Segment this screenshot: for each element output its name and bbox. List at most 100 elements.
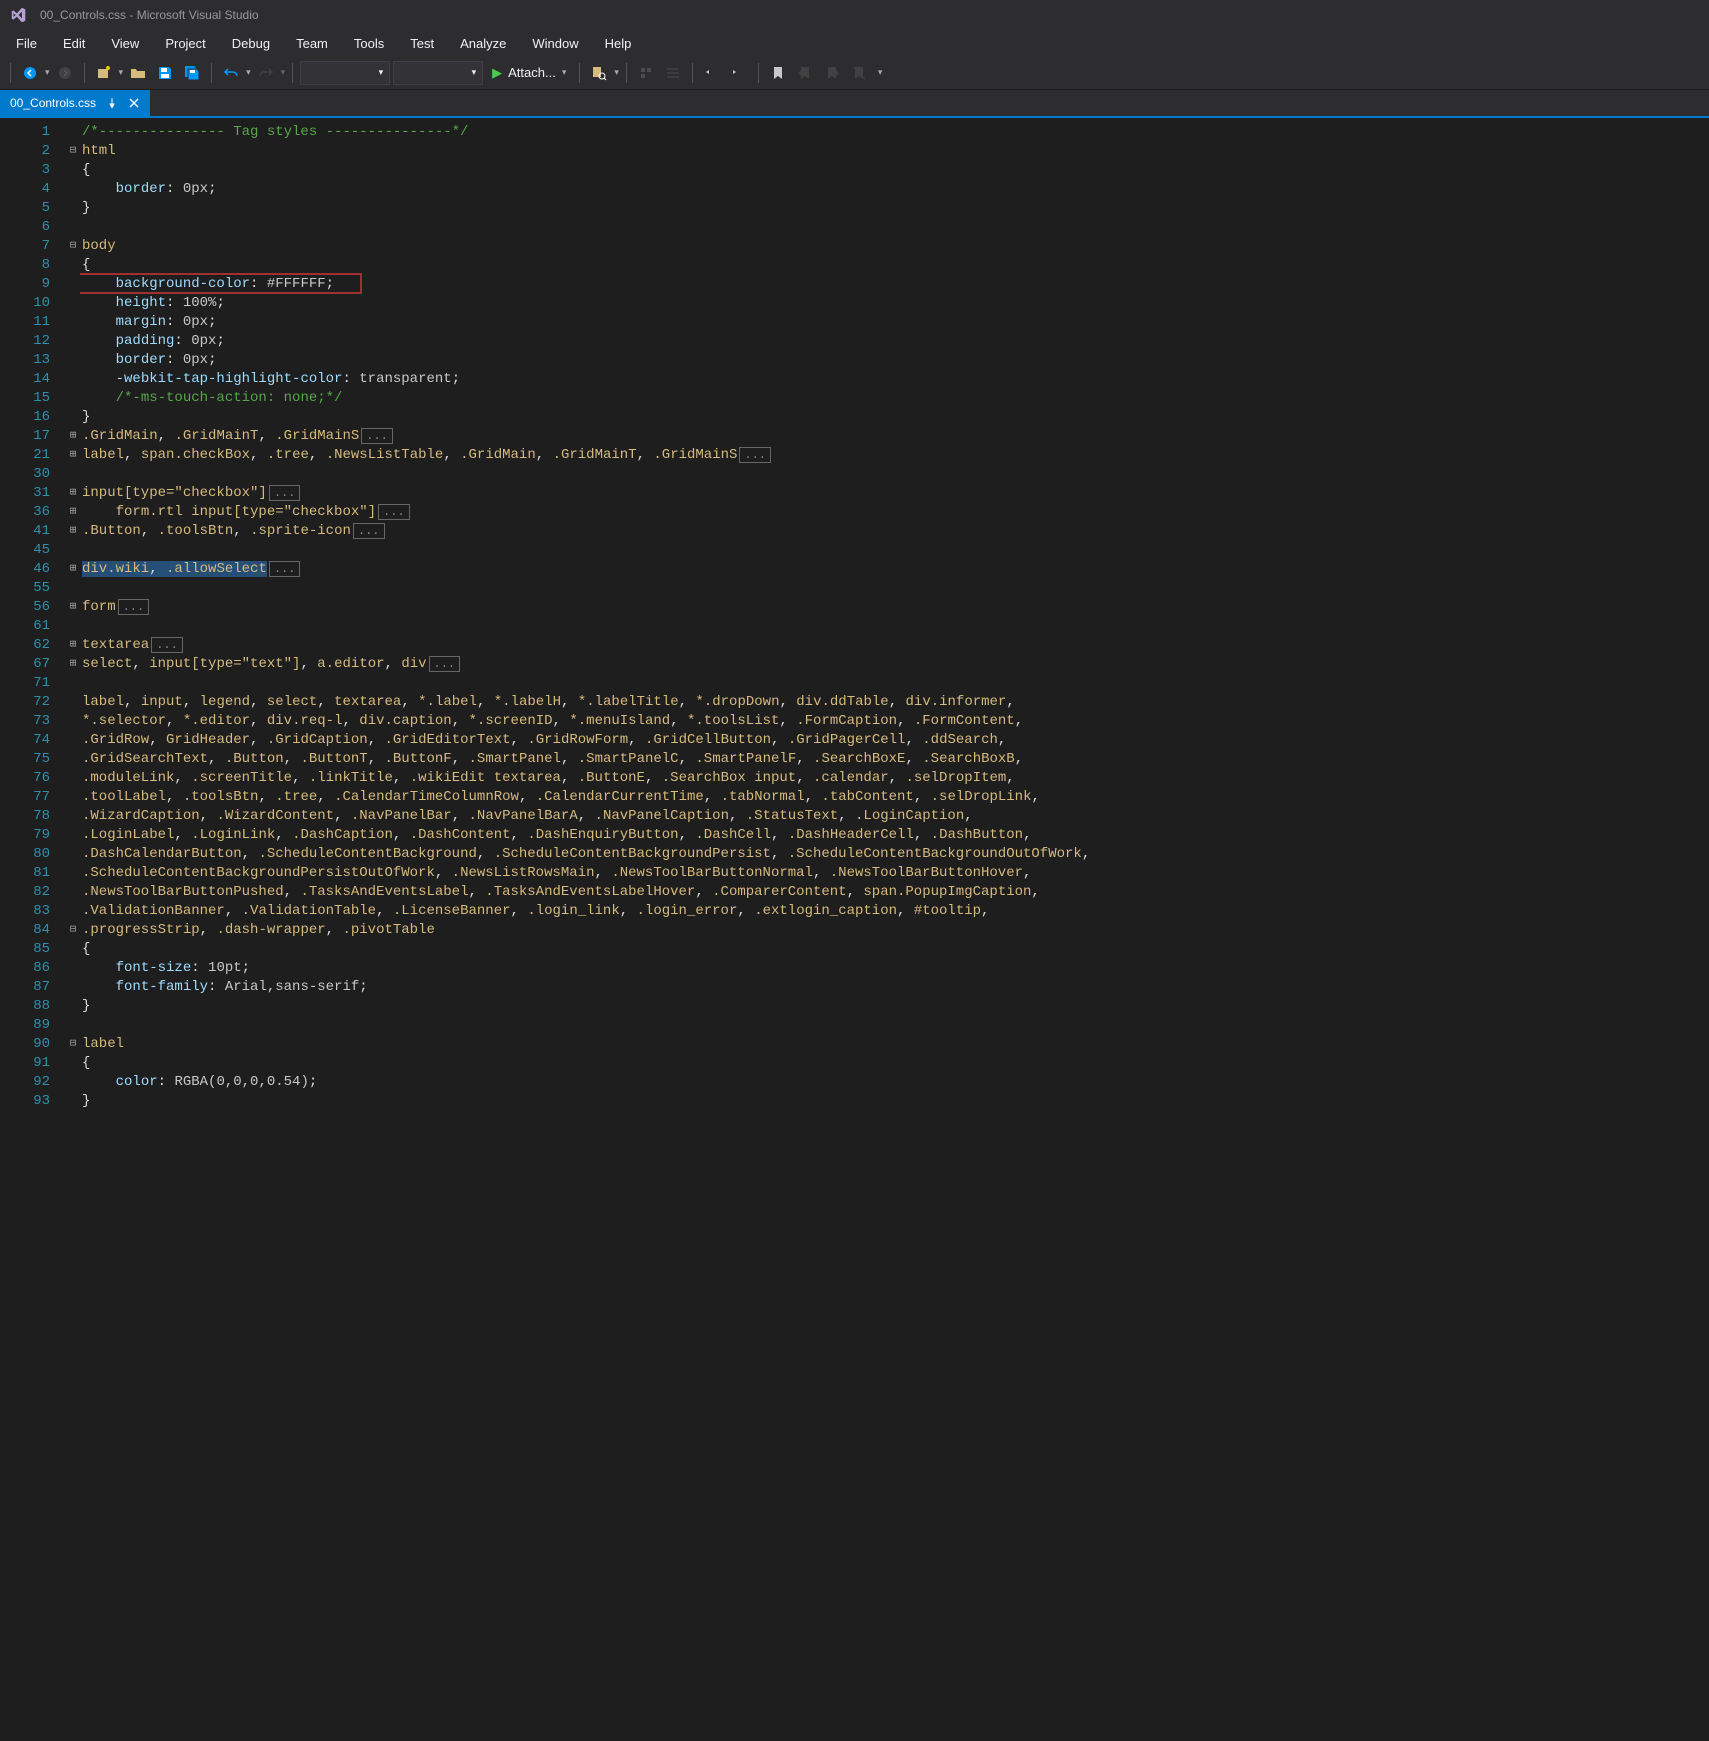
code-line[interactable]: font-size: 10pt; (82, 959, 1709, 978)
code-line[interactable]: div.wiki, .allowSelect... (82, 560, 1709, 579)
fold-expanded-icon[interactable]: ⊟ (66, 237, 80, 256)
fold-collapsed-icon[interactable]: ⊞ (66, 427, 80, 446)
menu-analyze[interactable]: Analyze (448, 33, 518, 54)
undo-button[interactable] (219, 61, 243, 85)
code-line[interactable]: .WizardCaption, .WizardContent, .NavPane… (82, 807, 1709, 826)
solution-config-dropdown[interactable]: ▾ (300, 61, 390, 85)
code-line[interactable]: } (82, 1092, 1709, 1111)
code-line[interactable]: -webkit-tap-highlight-color: transparent… (82, 370, 1709, 389)
code-line[interactable]: input[type="checkbox"]... (82, 484, 1709, 503)
menu-test[interactable]: Test (398, 33, 446, 54)
fold-collapsed-icon[interactable]: ⊞ (66, 484, 80, 503)
code-line[interactable]: } (82, 997, 1709, 1016)
code-line[interactable] (82, 1016, 1709, 1035)
menu-window[interactable]: Window (520, 33, 590, 54)
fold-collapsed-icon[interactable]: ⊞ (66, 446, 80, 465)
code-line[interactable] (82, 465, 1709, 484)
fold-expanded-icon[interactable]: ⊟ (66, 1035, 80, 1054)
code-line[interactable]: label (82, 1035, 1709, 1054)
increase-indent-button[interactable] (727, 61, 751, 85)
fold-collapsed-icon[interactable]: ⊞ (66, 560, 80, 579)
code-line[interactable]: .ScheduleContentBackgroundPersistOutOfWo… (82, 864, 1709, 883)
code-line[interactable]: html (82, 142, 1709, 161)
code-line[interactable]: color: RGBA(0,0,0,0.54); (82, 1073, 1709, 1092)
code-line[interactable]: textarea... (82, 636, 1709, 655)
code-line[interactable] (82, 218, 1709, 237)
fold-collapsed-icon[interactable]: ⊞ (66, 522, 80, 541)
pin-icon[interactable] (106, 97, 118, 109)
code-line[interactable]: { (82, 161, 1709, 180)
chevron-down-icon[interactable]: ▾ (246, 67, 251, 78)
code-line[interactable]: select, input[type="text"], a.editor, di… (82, 655, 1709, 674)
menu-view[interactable]: View (99, 33, 151, 54)
bookmark-button[interactable] (766, 61, 790, 85)
code-line[interactable]: border: 0px; (82, 351, 1709, 370)
save-button[interactable] (153, 61, 177, 85)
menu-tools[interactable]: Tools (342, 33, 396, 54)
code-line[interactable]: height: 100%; (82, 294, 1709, 313)
code-line[interactable]: .toolLabel, .toolsBtn, .tree, .CalendarT… (82, 788, 1709, 807)
code-content[interactable]: /*--------------- Tag styles -----------… (80, 118, 1709, 1111)
code-line[interactable]: padding: 0px; (82, 332, 1709, 351)
chevron-down-icon[interactable]: ▾ (614, 67, 619, 78)
code-line[interactable]: .ValidationBanner, .ValidationTable, .Li… (82, 902, 1709, 921)
code-line[interactable]: { (82, 940, 1709, 959)
code-line[interactable]: form... (82, 598, 1709, 617)
code-line[interactable]: .NewsToolBarButtonPushed, .TasksAndEvent… (82, 883, 1709, 902)
chevron-down-icon[interactable]: ▾ (119, 67, 124, 78)
decrease-indent-button[interactable] (700, 61, 724, 85)
attach-debugger-button[interactable]: ▶ Attach... ▾ (486, 65, 572, 81)
code-line[interactable]: /*-ms-touch-action: none;*/ (82, 389, 1709, 408)
code-line[interactable]: font-family: Arial,sans-serif; (82, 978, 1709, 997)
code-line[interactable]: { (82, 256, 1709, 275)
open-file-button[interactable] (126, 61, 150, 85)
fold-gutter[interactable]: ⊟⊟⊞⊞⊞⊞⊞⊞⊞⊞⊞⊟⊟ (66, 118, 80, 1741)
code-line[interactable]: label, input, legend, select, textarea, … (82, 693, 1709, 712)
code-line[interactable]: .DashCalendarButton, .ScheduleContentBac… (82, 845, 1709, 864)
new-project-button[interactable] (92, 61, 116, 85)
code-line[interactable] (82, 579, 1709, 598)
fold-collapsed-icon[interactable]: ⊞ (66, 503, 80, 522)
menu-edit[interactable]: Edit (51, 33, 97, 54)
find-in-files-button[interactable] (587, 61, 611, 85)
code-line[interactable] (82, 541, 1709, 560)
code-line[interactable]: background-color: #FFFFFF; (82, 275, 1709, 294)
code-line[interactable]: } (82, 199, 1709, 218)
code-line[interactable] (82, 617, 1709, 636)
code-line[interactable]: } (82, 408, 1709, 427)
tab-active[interactable]: 00_Controls.css (0, 90, 150, 116)
code-line[interactable]: form.rtl input[type="checkbox"]... (82, 503, 1709, 522)
code-line[interactable]: .LoginLabel, .LoginLink, .DashCaption, .… (82, 826, 1709, 845)
solution-platform-dropdown[interactable]: ▾ (393, 61, 483, 85)
code-line[interactable]: label, span.checkBox, .tree, .NewsListTa… (82, 446, 1709, 465)
code-editor[interactable]: 1234567891011121314151617213031364145465… (0, 118, 1709, 1741)
code-line[interactable]: .moduleLink, .screenTitle, .linkTitle, .… (82, 769, 1709, 788)
fold-collapsed-icon[interactable]: ⊞ (66, 598, 80, 617)
fold-collapsed-icon[interactable]: ⊞ (66, 636, 80, 655)
code-line[interactable]: { (82, 1054, 1709, 1073)
chevron-down-icon[interactable]: ▾ (45, 67, 50, 78)
code-line[interactable]: /*--------------- Tag styles -----------… (82, 123, 1709, 142)
menu-file[interactable]: File (4, 33, 49, 54)
close-icon[interactable] (128, 97, 140, 109)
code-line[interactable]: .GridSearchText, .Button, .ButtonT, .But… (82, 750, 1709, 769)
fold-expanded-icon[interactable]: ⊟ (66, 921, 80, 940)
code-line[interactable] (82, 674, 1709, 693)
code-line[interactable]: body (82, 237, 1709, 256)
code-line[interactable]: border: 0px; (82, 180, 1709, 199)
code-line[interactable]: margin: 0px; (82, 313, 1709, 332)
code-line[interactable]: .GridRow, GridHeader, .GridCaption, .Gri… (82, 731, 1709, 750)
menu-debug[interactable]: Debug (220, 33, 282, 54)
menu-team[interactable]: Team (284, 33, 340, 54)
code-line[interactable]: .Button, .toolsBtn, .sprite-icon... (82, 522, 1709, 541)
code-line[interactable]: *.selector, *.editor, div.req-l, div.cap… (82, 712, 1709, 731)
fold-collapsed-icon[interactable]: ⊞ (66, 655, 80, 674)
save-all-button[interactable] (180, 61, 204, 85)
fold-expanded-icon[interactable]: ⊟ (66, 142, 80, 161)
menu-project[interactable]: Project (153, 33, 217, 54)
toolbar-overflow-icon[interactable]: ▾ (878, 67, 883, 78)
code-line[interactable]: .progressStrip, .dash-wrapper, .pivotTab… (82, 921, 1709, 940)
navigate-back-button[interactable] (18, 61, 42, 85)
code-line[interactable]: .GridMain, .GridMainT, .GridMainS... (82, 427, 1709, 446)
menu-help[interactable]: Help (593, 33, 644, 54)
